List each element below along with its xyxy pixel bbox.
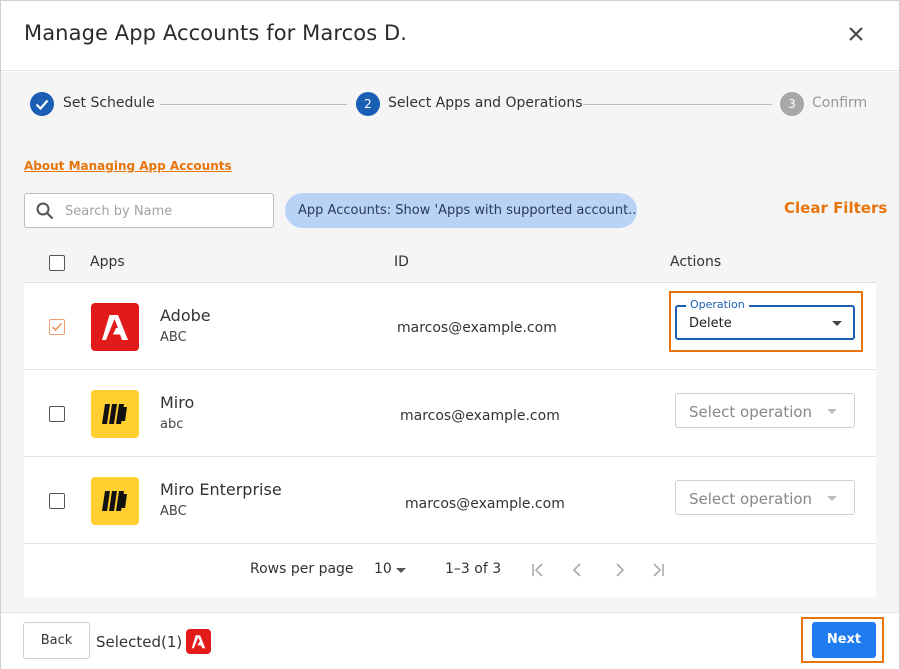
rows-per-page-value: 10 — [374, 561, 392, 577]
step-completed-check-icon — [30, 92, 54, 116]
apps-table: Apps ID Actions Adobe ABC marcos@example… — [24, 243, 876, 597]
step-label-confirm: Confirm — [812, 95, 868, 111]
table-row: Miro Enterprise ABC marcos@example.com S… — [24, 457, 876, 544]
dialog-footer: Back Selected(1) Next — [1, 612, 899, 669]
operation-label: Operation — [686, 298, 749, 311]
search-box[interactable] — [24, 193, 274, 228]
table-row: Miro abc marcos@example.com Select opera… — [24, 370, 876, 457]
row-checkbox-miro[interactable] — [49, 406, 65, 422]
operation-select-miro[interactable]: Select operation — [675, 393, 855, 428]
app-name: Miro Enterprise — [160, 480, 282, 499]
chevron-down-icon — [827, 409, 837, 414]
column-header-id: ID — [394, 254, 409, 270]
chevron-down-icon — [832, 321, 842, 326]
miro-icon — [91, 390, 139, 438]
clear-filters-button[interactable]: Clear Filters — [784, 199, 887, 217]
app-account-id: marcos@example.com — [405, 496, 565, 512]
stepper: Set Schedule 2 Select Apps and Operation… — [1, 72, 899, 136]
rows-per-page-select[interactable]: 10 — [374, 558, 410, 582]
app-account-id: marcos@example.com — [400, 408, 560, 424]
manage-app-accounts-dialog: Manage App Accounts for Marcos D. Set Sc… — [0, 0, 900, 669]
pagination-range: 1–3 of 3 — [445, 561, 502, 577]
step-label-set-schedule: Set Schedule — [63, 95, 155, 111]
adobe-icon — [186, 629, 211, 654]
rows-per-page-label: Rows per page — [250, 561, 354, 577]
app-account-id: marcos@example.com — [397, 320, 557, 336]
chevron-down-icon — [396, 568, 406, 573]
table-pagination: Rows per page 10 1–3 of 3 — [24, 544, 876, 597]
close-icon[interactable] — [841, 19, 871, 49]
app-subtitle: ABC — [160, 504, 187, 519]
row-checkbox-adobe[interactable] — [49, 319, 65, 335]
dialog-body: Set Schedule 2 Select Apps and Operation… — [1, 72, 899, 612]
operation-placeholder: Select operation — [689, 490, 813, 508]
row-checkbox-miro-enterprise[interactable] — [49, 493, 65, 509]
column-header-apps: Apps — [90, 254, 125, 270]
step-number-active: 2 — [356, 92, 380, 116]
next-page-icon[interactable] — [609, 560, 629, 580]
back-button[interactable]: Back — [23, 622, 90, 659]
column-header-actions: Actions — [670, 254, 722, 270]
previous-page-icon[interactable] — [568, 560, 588, 580]
app-name: Miro — [160, 393, 195, 412]
table-header: Apps ID Actions — [24, 243, 876, 283]
adobe-icon — [91, 303, 139, 351]
app-accounts-filter-chip[interactable]: App Accounts: Show 'Apps with supported … — [285, 193, 637, 228]
operation-select-adobe[interactable]: Operation Delete — [675, 298, 855, 340]
operation-value: Delete — [689, 316, 732, 331]
step-connector — [583, 104, 772, 105]
step-number-pending: 3 — [780, 92, 804, 116]
operation-select-miro-enterprise[interactable]: Select operation — [675, 480, 855, 515]
app-subtitle: ABC — [160, 330, 187, 345]
about-managing-app-accounts-link[interactable]: About Managing App Accounts — [24, 159, 232, 173]
table-row: Adobe ABC marcos@example.com Operation D… — [24, 283, 876, 370]
last-page-icon[interactable] — [648, 560, 668, 580]
miro-icon — [91, 477, 139, 525]
app-name: Adobe — [160, 306, 211, 325]
dialog-title: Manage App Accounts for Marcos D. — [24, 21, 408, 45]
selected-count: Selected(1) — [96, 633, 183, 651]
search-input[interactable] — [65, 200, 265, 222]
first-page-icon[interactable] — [528, 560, 548, 580]
next-button[interactable]: Next — [812, 622, 876, 658]
app-subtitle: abc — [160, 417, 184, 432]
operation-placeholder: Select operation — [689, 403, 813, 421]
dialog-header: Manage App Accounts for Marcos D. — [1, 1, 899, 71]
search-icon — [36, 202, 54, 220]
step-label-select-apps: Select Apps and Operations — [388, 95, 583, 111]
select-all-checkbox[interactable] — [49, 255, 65, 271]
step-connector — [160, 104, 347, 105]
chevron-down-icon — [827, 496, 837, 501]
